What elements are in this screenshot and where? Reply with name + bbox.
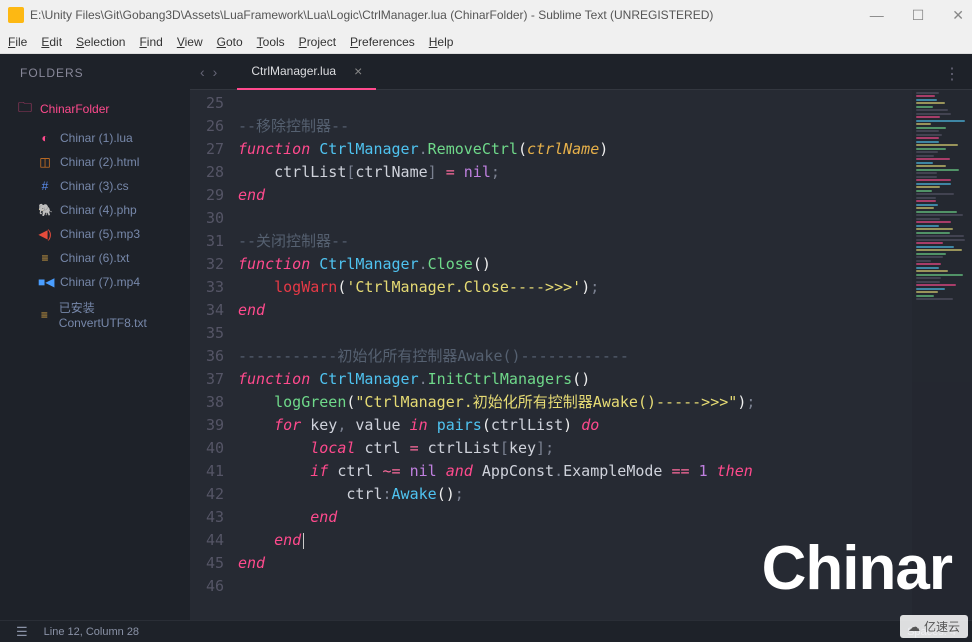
statusbar: ☰ Line 12, Column 28 Spaces: 4: [0, 620, 972, 642]
app-icon: [8, 7, 24, 23]
menu-goto[interactable]: Goto: [217, 35, 243, 49]
file-icon: ◀): [38, 227, 52, 241]
window-title: E:\Unity Files\Git\Gobang3D\Assets\LuaFr…: [30, 8, 870, 22]
file-row[interactable]: ≡ 已安装ConvertUTF8.txt: [0, 294, 190, 335]
menu-file[interactable]: File: [8, 35, 27, 49]
folder-label: ChinarFolder: [40, 102, 109, 116]
watermark2-text: 亿速云: [924, 618, 960, 635]
gutter: 2526272829303132333435363738394041424344…: [190, 90, 238, 620]
watermark-badge: ☁ 亿速云: [900, 615, 968, 638]
menu-edit[interactable]: Edit: [41, 35, 62, 49]
minimap[interactable]: [912, 90, 972, 620]
menubar: File Edit Selection Find View Goto Tools Projec…: [0, 30, 972, 54]
file-name: Chinar (6).txt: [60, 251, 129, 265]
tabbar: ‹ › CtrlManager.lua × ⋮: [190, 54, 972, 90]
nav-forward-icon[interactable]: ›: [213, 64, 218, 80]
file-icon: ≡: [38, 308, 51, 322]
minimize-button[interactable]: —: [870, 7, 884, 24]
file-icon: #: [38, 179, 52, 193]
code-lines[interactable]: --移除控制器--function CtrlManager.RemoveCtrl…: [238, 90, 972, 620]
folder-row[interactable]: 🗀 ChinarFolder: [0, 92, 190, 126]
file-name: 已安装ConvertUTF8.txt: [59, 299, 172, 330]
file-icon: ◫: [38, 155, 52, 169]
close-button[interactable]: ✕: [952, 7, 964, 24]
code-view[interactable]: 2526272829303132333435363738394041424344…: [190, 90, 972, 620]
file-name: Chinar (3).cs: [60, 179, 129, 193]
menu-project[interactable]: Project: [299, 35, 336, 49]
menu-find[interactable]: Find: [139, 35, 162, 49]
tab-active[interactable]: CtrlManager.lua ×: [237, 54, 376, 90]
statusbar-menu-icon[interactable]: ☰: [16, 624, 28, 640]
menu-selection[interactable]: Selection: [76, 35, 125, 49]
file-name: Chinar (2).html: [60, 155, 139, 169]
menu-preferences[interactable]: Preferences: [350, 35, 415, 49]
menu-help[interactable]: Help: [429, 35, 454, 49]
file-row[interactable]: 🐘 Chinar (4).php: [0, 198, 190, 222]
file-row[interactable]: ◐ Chinar (1).lua: [0, 126, 190, 150]
sidebar-header: FOLDERS: [0, 66, 190, 80]
sidebar: FOLDERS 🗀 ChinarFolder ◐ Chinar (1).lua ◫ C…: [0, 54, 190, 620]
titlebar: E:\Unity Files\Git\Gobang3D\Assets\LuaFr…: [0, 0, 972, 30]
file-row[interactable]: ■◀ Chinar (7).mp4: [0, 270, 190, 294]
file-icon: ◐: [38, 131, 52, 145]
maximize-button[interactable]: ☐: [912, 7, 925, 24]
file-name: Chinar (7).mp4: [60, 275, 140, 289]
menu-tools[interactable]: Tools: [257, 35, 285, 49]
file-icon: 🐘: [38, 203, 52, 217]
file-row[interactable]: ◫ Chinar (2).html: [0, 150, 190, 174]
editor-area: ‹ › CtrlManager.lua × ⋮ 2526272829303132…: [190, 54, 972, 620]
file-icon: ≡: [38, 251, 52, 265]
file-icon: ■◀: [38, 275, 52, 289]
file-name: Chinar (4).php: [60, 203, 137, 217]
cloud-icon: ☁: [908, 620, 920, 634]
kebab-menu-icon[interactable]: ⋮: [944, 64, 960, 84]
file-row[interactable]: ◀) Chinar (5).mp3: [0, 222, 190, 246]
folder-icon: 🗀: [18, 97, 32, 121]
status-pos[interactable]: Line 12, Column 28: [44, 626, 139, 638]
nav-back-icon[interactable]: ‹: [200, 64, 205, 80]
menu-view[interactable]: View: [177, 35, 203, 49]
file-row[interactable]: # Chinar (3).cs: [0, 174, 190, 198]
file-name: Chinar (5).mp3: [60, 227, 140, 241]
file-row[interactable]: ≡ Chinar (6).txt: [0, 246, 190, 270]
tab-close-icon[interactable]: ×: [354, 63, 362, 79]
tab-label: CtrlManager.lua: [251, 64, 336, 78]
file-name: Chinar (1).lua: [60, 131, 133, 145]
